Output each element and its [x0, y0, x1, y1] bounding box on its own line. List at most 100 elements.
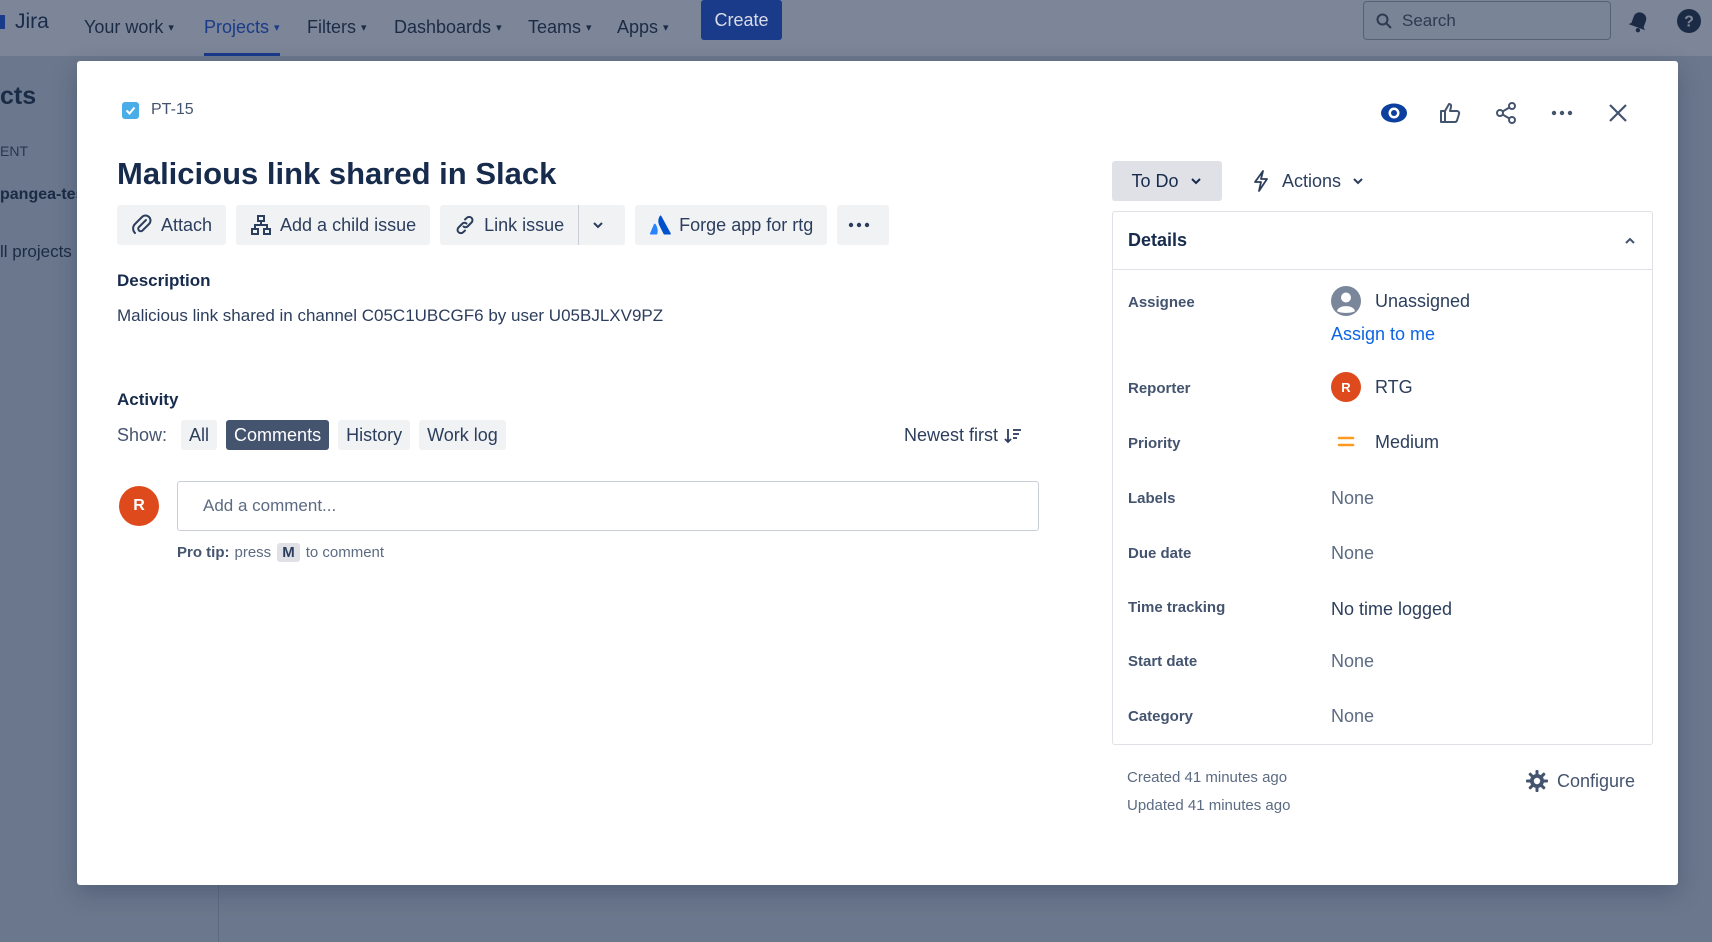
chevron-down-icon [1353, 178, 1363, 185]
task-checkbox-icon [122, 101, 139, 119]
nav-teams[interactable]: Teams ▾ [528, 10, 592, 44]
details-panel: Details Assignee Unassigned Assign to me… [1112, 211, 1653, 745]
nav-dashboards[interactable]: Dashboards ▾ [394, 10, 502, 44]
assignee-value[interactable]: Unassigned [1331, 286, 1470, 316]
updated-timestamp: Updated 41 minutes ago [1127, 797, 1291, 814]
link-icon [456, 215, 474, 235]
comment-input[interactable]: Add a comment... [177, 481, 1039, 531]
reporter-value[interactable]: R RTG [1331, 372, 1413, 402]
jira-logo-text: Jira [15, 10, 49, 33]
description-text[interactable]: Malicious link shared in channel C05C1UB… [117, 306, 663, 326]
add-child-issue-label: Add a child issue [280, 214, 417, 235]
jira-logo[interactable]: Jira [0, 10, 49, 34]
created-timestamp: Created 41 minutes ago [1127, 769, 1288, 786]
link-issue-dropdown[interactable] [578, 205, 626, 245]
category-label: Category [1128, 708, 1194, 725]
background-sidebar-all-projects: ll projects [0, 242, 72, 261]
category-value[interactable]: None [1331, 706, 1374, 727]
create-button[interactable]: Create [701, 0, 782, 40]
assign-to-me-link[interactable]: Assign to me [1331, 324, 1435, 345]
watch-icon [1381, 103, 1407, 123]
sort-order-button[interactable]: Newest first [904, 425, 1022, 446]
forge-app-label: Forge app for rtg [679, 214, 814, 235]
issue-modal: PT-15 Malicious link shared in Slack Att… [77, 61, 1678, 885]
issue-title[interactable]: Malicious link shared in Slack [117, 156, 556, 192]
nav-apps-label: Apps [617, 16, 659, 37]
close-button[interactable] [1602, 97, 1634, 129]
start-date-label: Start date [1128, 653, 1198, 670]
actions-label: Actions [1282, 170, 1342, 191]
nav-dashboards-label: Dashboards [394, 16, 492, 37]
pro-tip-press: press [234, 544, 272, 561]
chevron-down-icon: ▾ [663, 21, 669, 34]
priority-value[interactable]: Medium [1331, 427, 1439, 457]
like-button[interactable] [1434, 97, 1466, 129]
search-placeholder: Search [1402, 10, 1456, 30]
activity-heading: Activity [117, 390, 179, 409]
share-button[interactable] [1490, 97, 1522, 129]
nav-filters[interactable]: Filters ▾ [307, 10, 367, 44]
nav-projects[interactable]: Projects ▾ [204, 10, 280, 56]
status-dropdown[interactable]: To Do [1112, 161, 1222, 201]
time-tracking-label: Time tracking [1128, 599, 1226, 616]
help-icon[interactable]: ? [1676, 8, 1702, 34]
background-sidebar-subtitle: ENT [0, 143, 28, 159]
atlassian-icon [650, 215, 672, 235]
more-actions-button[interactable] [1546, 97, 1578, 129]
nav-projects-label: Projects [204, 16, 270, 37]
toolbar-more-button[interactable] [837, 205, 890, 245]
chevron-down-icon: ▾ [361, 21, 367, 34]
chevron-up-icon [1625, 237, 1635, 244]
chevron-down-icon: ▾ [168, 21, 174, 34]
filter-history-button[interactable]: History [338, 420, 411, 450]
reporter-avatar: R [1331, 372, 1361, 402]
assignee-label: Assignee [1128, 294, 1195, 311]
due-date-label: Due date [1128, 545, 1192, 562]
time-tracking-value[interactable]: No time logged [1331, 599, 1452, 620]
configure-label: Configure [1557, 770, 1636, 791]
issue-header-actions [1378, 97, 1634, 129]
filter-comments-button[interactable]: Comments [226, 420, 330, 450]
current-user-avatar: R [119, 486, 159, 526]
attach-button[interactable]: Attach [117, 205, 227, 245]
keyboard-shortcut-key: M [277, 543, 300, 562]
details-title: Details [1128, 230, 1188, 250]
sort-icon [1004, 428, 1022, 443]
assignee-name: Unassigned [1375, 290, 1471, 311]
details-header[interactable]: Details [1113, 212, 1652, 270]
add-child-issue-button[interactable]: Add a child issue [236, 205, 431, 245]
issue-toolbar: Attach Add a child issue Link issue Forg… [117, 205, 899, 245]
chevron-down-icon: ▾ [586, 21, 592, 34]
filter-work-log-button[interactable]: Work log [419, 420, 506, 450]
watch-button[interactable] [1378, 97, 1410, 129]
notification-icon[interactable] [1626, 8, 1652, 34]
link-issue-button[interactable]: Link issue [440, 205, 579, 245]
activity-filter-row: Show: All Comments History Work log [117, 420, 515, 450]
nav-your-work-label: Your work [84, 16, 164, 37]
chevron-down-icon [593, 222, 603, 229]
more-icon [849, 222, 870, 228]
more-icon [1551, 110, 1573, 116]
nav-your-work[interactable]: Your work ▾ [84, 10, 174, 44]
share-icon [1496, 102, 1516, 124]
nav-filters-label: Filters [307, 16, 356, 37]
issue-key[interactable]: PT-15 [122, 101, 194, 119]
forge-app-button[interactable]: Forge app for rtg [635, 205, 828, 245]
jira-logo-mark [0, 15, 5, 29]
start-date-value[interactable]: None [1331, 651, 1374, 672]
gear-icon [1526, 770, 1548, 792]
due-date-value[interactable]: None [1331, 543, 1374, 564]
configure-button[interactable]: Configure [1525, 769, 1635, 793]
filter-all-button[interactable]: All [181, 420, 218, 450]
search-input[interactable]: Search [1363, 1, 1611, 40]
reporter-label: Reporter [1128, 380, 1191, 397]
background-sidebar-title: cts [0, 82, 37, 110]
labels-value[interactable]: None [1331, 488, 1374, 509]
priority-name: Medium [1375, 431, 1440, 452]
nav-apps[interactable]: Apps ▾ [617, 10, 669, 44]
pro-tip-suffix: to comment [305, 544, 385, 561]
chevron-down-icon: ▾ [274, 21, 280, 34]
paperclip-icon [132, 214, 152, 234]
actions-dropdown[interactable]: Actions [1250, 161, 1365, 201]
description-heading: Description [117, 271, 211, 290]
